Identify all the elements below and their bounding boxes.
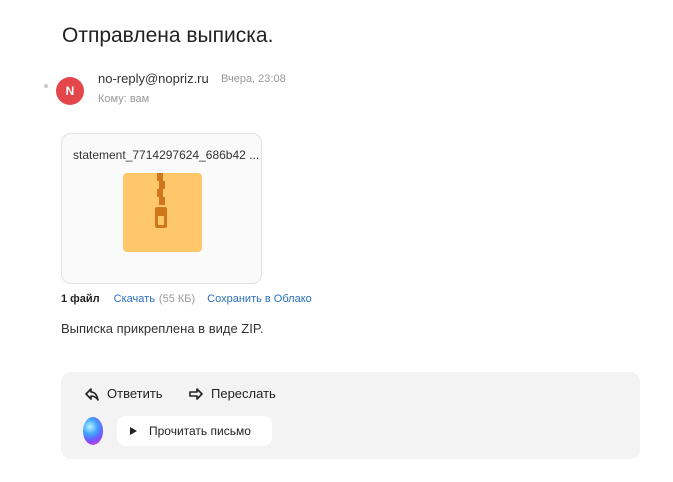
attachment-count: 1 файл (61, 293, 100, 305)
forward-label: Переслать (211, 386, 276, 401)
attachment-card[interactable]: statement_7714297624_686b42 ... (61, 133, 262, 284)
save-to-cloud-link[interactable]: Сохранить в Облако (207, 293, 312, 305)
recipient-line: Кому: вам (98, 93, 150, 105)
sender-address[interactable]: no-reply@nopriz.ru (98, 71, 209, 86)
email-body: Выписка прикреплена в виде ZIP. (61, 321, 264, 336)
email-date: Вчера, 23:08 (221, 73, 286, 85)
read-aloud-label: Прочитать письмо (149, 424, 251, 438)
avatar[interactable]: N (56, 77, 84, 105)
reply-button[interactable]: Ответить (85, 386, 163, 401)
play-icon (130, 427, 137, 435)
reply-icon (85, 387, 99, 401)
forward-icon (189, 387, 203, 400)
attachment-filename: statement_7714297624_686b42 ... (73, 148, 260, 162)
attachment-meta: 1 файл Скачать (55 КБ) Сохранить в Облак… (61, 293, 312, 305)
reply-label: Ответить (107, 386, 163, 401)
download-link[interactable]: Скачать (114, 293, 155, 305)
unread-indicator (44, 84, 48, 88)
forward-button[interactable]: Переслать (189, 386, 276, 401)
zip-archive-icon (123, 173, 202, 252)
action-panel: Ответить Переслать Прочитать письмо (61, 372, 640, 459)
read-aloud-button[interactable]: Прочитать письмо (117, 416, 272, 446)
email-subject: Отправлена выписка. (62, 24, 274, 47)
ai-assistant-icon[interactable] (83, 417, 103, 445)
download-size: (55 КБ) (158, 293, 196, 305)
